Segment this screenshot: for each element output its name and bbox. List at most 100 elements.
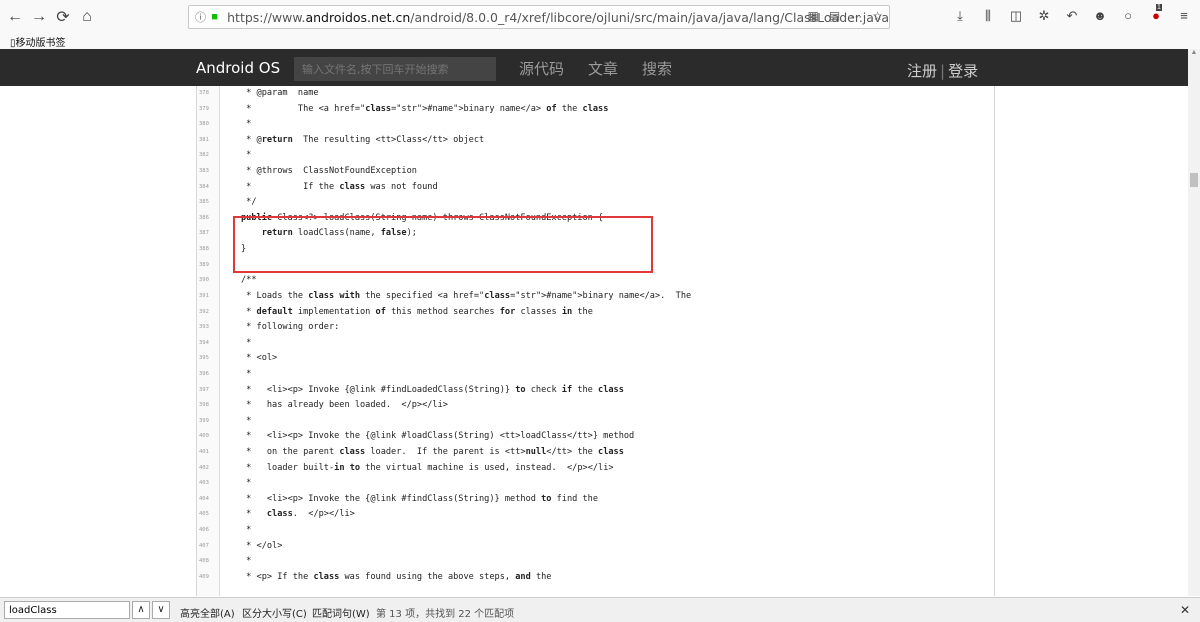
register-link[interactable]: 注册 (907, 62, 937, 80)
line-number[interactable]: 395 (199, 351, 219, 367)
code-viewer: 378 * @param name 379 * The <a href="clas… (196, 86, 995, 596)
scroll-up-icon[interactable]: ▲ (1188, 49, 1200, 61)
settings-gear-icon[interactable]: ✲ (1036, 8, 1052, 24)
reload-icon[interactable]: ⟳ (52, 6, 74, 28)
code-text: * (241, 119, 252, 130)
line-number[interactable]: 387 (199, 226, 219, 242)
code-line: 405 * class. </p></li> (197, 507, 994, 523)
page-scrollbar[interactable]: ▲ (1188, 49, 1200, 596)
library-icon[interactable]: ⫼ (980, 8, 996, 24)
code-text: * loader built-in to the virtual machine… (241, 462, 614, 473)
find-previous-button[interactable]: ∧ (132, 601, 150, 619)
find-input[interactable] (4, 601, 130, 619)
scroll-thumb[interactable] (1190, 173, 1198, 187)
line-number[interactable]: 400 (199, 429, 219, 445)
forward-icon[interactable]: → (28, 6, 50, 28)
code-text: * <li><p> Invoke {@link #findLoadedClass… (241, 384, 624, 395)
more-actions-icon[interactable]: ··· (850, 9, 862, 23)
undo-icon[interactable]: ↶ (1064, 8, 1080, 24)
line-number[interactable]: 399 (199, 414, 219, 430)
code-text: * has already been loaded. </p></li> (241, 400, 448, 411)
line-number[interactable]: 406 (199, 523, 219, 539)
home-icon[interactable]: ⌂ (76, 6, 98, 28)
circle-icon[interactable]: ○ (1120, 8, 1136, 24)
code-text: * @throws ClassNotFoundException (241, 166, 417, 177)
addon-icon[interactable]: ● 1 (1148, 4, 1164, 24)
line-number[interactable]: 379 (199, 102, 219, 118)
auth-links: 注册 | 登录 (907, 60, 978, 81)
highlight-all-toggle[interactable]: 高亮全部(A) (180, 605, 235, 620)
download-icon[interactable]: ⤓ (952, 8, 968, 24)
line-number[interactable]: 402 (199, 461, 219, 477)
reader-view-icon[interactable]: ▤ (829, 9, 840, 23)
code-text: * (241, 368, 252, 379)
code-lines: 378 * @param name 379 * The <a href="clas… (197, 86, 994, 586)
line-number[interactable]: 393 (199, 320, 219, 336)
line-number[interactable]: 380 (199, 117, 219, 133)
code-line: 398 * has already been loaded. </p></li> (197, 398, 994, 414)
code-line: 403 * (197, 476, 994, 492)
code-line: 396 * (197, 367, 994, 383)
code-text: * default implementation of this method … (241, 306, 593, 317)
line-number[interactable]: 386 (199, 211, 219, 227)
toolbar-right-icons: ⤓ ⫼ ◫ ✲ ↶ ☻ ○ ● 1 ≡ (952, 4, 1192, 24)
line-number[interactable]: 381 (199, 133, 219, 149)
whole-words-toggle[interactable]: 匹配词句(W) (312, 605, 370, 620)
code-text: * following order: (241, 322, 340, 333)
line-number[interactable]: 390 (199, 273, 219, 289)
code-text: * (241, 337, 252, 348)
line-number[interactable]: 409 (199, 570, 219, 586)
url-text[interactable]: https://www.androidos.net.cn/android/8.0… (227, 10, 889, 25)
line-number[interactable]: 398 (199, 398, 219, 414)
code-text: * (241, 556, 252, 567)
info-icon[interactable]: ⓘ (193, 9, 208, 25)
line-number[interactable]: 392 (199, 305, 219, 321)
qr-code-icon[interactable]: ▦ (808, 9, 819, 23)
code-line: 408 * (197, 554, 994, 570)
line-number[interactable]: 383 (199, 164, 219, 180)
code-text: * (241, 150, 252, 161)
line-number[interactable]: 384 (199, 180, 219, 196)
code-text: * If the class was not found (241, 181, 438, 192)
line-number[interactable]: 401 (199, 445, 219, 461)
code-text: /** (241, 275, 257, 286)
line-number[interactable]: 378 (199, 86, 219, 102)
line-number[interactable]: 396 (199, 367, 219, 383)
line-number[interactable]: 403 (199, 476, 219, 492)
code-text: * <ol> (241, 353, 278, 364)
line-number[interactable]: 385 (199, 195, 219, 211)
line-number[interactable]: 407 (199, 539, 219, 555)
close-icon[interactable]: ✕ (1180, 603, 1190, 617)
bookmark-item-mobile[interactable]: ▯移动版书签 (10, 34, 66, 49)
back-icon[interactable]: ← (4, 6, 26, 28)
find-next-button[interactable]: ∨ (152, 601, 170, 619)
code-line: 381 * @return The resulting <tt>Class</t… (197, 133, 994, 149)
nav-source-code[interactable]: 源代码 (519, 58, 564, 79)
profile-icon[interactable]: ☻ (1092, 8, 1108, 24)
match-case-toggle[interactable]: 区分大小写(C) (242, 605, 307, 620)
site-search-input[interactable] (294, 57, 496, 81)
line-number[interactable]: 394 (199, 336, 219, 352)
login-link[interactable]: 登录 (948, 62, 978, 80)
nav-search[interactable]: 搜索 (642, 58, 672, 79)
code-line: 409 * <p> If the class was found using t… (197, 570, 994, 586)
line-number[interactable]: 397 (199, 383, 219, 399)
line-number[interactable]: 391 (199, 289, 219, 305)
bookmark-star-icon[interactable]: ☆ (872, 9, 883, 23)
auth-separator: | (940, 62, 946, 80)
menu-icon[interactable]: ≡ (1176, 8, 1192, 24)
line-number[interactable]: 408 (199, 554, 219, 570)
line-number[interactable]: 382 (199, 148, 219, 164)
code-line: 393 * following order: (197, 320, 994, 336)
sidebar-icon[interactable]: ◫ (1008, 8, 1024, 24)
address-bar[interactable]: ⓘ ■ https://www.androidos.net.cn/android… (188, 5, 890, 29)
line-number[interactable]: 388 (199, 242, 219, 258)
line-number[interactable]: 389 (199, 258, 219, 274)
nav-articles[interactable]: 文章 (588, 58, 618, 79)
line-number[interactable]: 404 (199, 492, 219, 508)
code-text: * class. </p></li> (241, 509, 355, 520)
addon-badge: 1 (1156, 4, 1162, 11)
code-line: 395 * <ol> (197, 351, 994, 367)
line-number[interactable]: 405 (199, 507, 219, 523)
site-logo[interactable]: Android OS (196, 59, 280, 77)
